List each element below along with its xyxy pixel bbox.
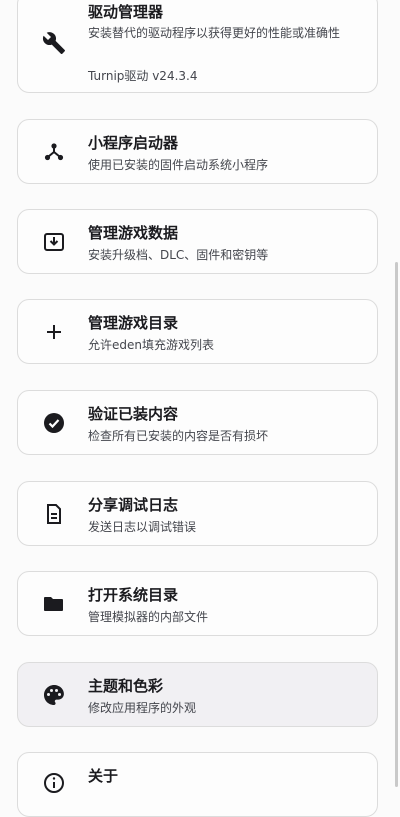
- driver-manager-card[interactable]: 驱动管理器 安装替代的驱动程序以获得更好的性能或准确性 Turnip驱动 v24…: [17, 0, 378, 93]
- applet-launcher-title: 小程序启动器: [88, 134, 179, 152]
- open-system-dir-title: 打开系统目录: [88, 586, 179, 604]
- theme-color-description: 修改应用程序的外观: [88, 701, 197, 715]
- palette-icon: [42, 683, 66, 707]
- driver-version-label: Turnip驱动 v24.3.4: [88, 69, 198, 83]
- wrench-icon: [42, 31, 66, 55]
- about-card[interactable]: 关于: [17, 752, 378, 817]
- scrollbar[interactable]: [395, 262, 398, 787]
- plus-icon: [42, 320, 66, 344]
- folder-icon: [42, 592, 66, 616]
- applet-icon: [42, 140, 66, 164]
- about-title: 关于: [88, 767, 119, 785]
- driver-manager-title: 驱动管理器: [88, 3, 164, 21]
- install-icon: [42, 230, 66, 254]
- share-log-description: 发送日志以调试错误: [88, 520, 197, 534]
- verify-content-title: 验证已装内容: [88, 405, 179, 423]
- manage-game-data-description: 安装升级档、DLC、固件和密钥等: [88, 248, 269, 262]
- applet-launcher-description: 使用已安装的固件启动系统小程序: [88, 158, 269, 172]
- driver-manager-description: 安装替代的驱动程序以获得更好的性能或准确性: [88, 26, 341, 40]
- manage-game-data-title: 管理游戏数据: [88, 224, 179, 242]
- open-system-dir-card[interactable]: 打开系统目录 管理模拟器的内部文件: [17, 571, 378, 636]
- manage-game-dirs-description: 允许eden填充游戏列表: [88, 338, 214, 352]
- verify-content-description: 检查所有已安装的内容是否有损坏: [88, 429, 269, 443]
- check-circle-icon: [42, 411, 66, 435]
- applet-launcher-card[interactable]: 小程序启动器 使用已安装的固件启动系统小程序: [17, 119, 378, 184]
- document-icon: [42, 502, 66, 526]
- info-icon: [42, 771, 66, 795]
- theme-color-card[interactable]: 主题和色彩 修改应用程序的外观: [17, 662, 378, 727]
- manage-game-data-card[interactable]: 管理游戏数据 安装升级档、DLC、固件和密钥等: [17, 209, 378, 274]
- manage-game-dirs-card[interactable]: 管理游戏目录 允许eden填充游戏列表: [17, 299, 378, 364]
- share-log-card[interactable]: 分享调试日志 发送日志以调试错误: [17, 481, 378, 546]
- share-log-title: 分享调试日志: [88, 496, 179, 514]
- theme-color-title: 主题和色彩: [88, 677, 164, 695]
- open-system-dir-description: 管理模拟器的内部文件: [88, 610, 209, 624]
- verify-content-card[interactable]: 验证已装内容 检查所有已安装的内容是否有损坏: [17, 390, 378, 455]
- manage-game-dirs-title: 管理游戏目录: [88, 314, 179, 332]
- settings-list: 驱动管理器 安装替代的驱动程序以获得更好的性能或准确性 Turnip驱动 v24…: [0, 0, 400, 817]
